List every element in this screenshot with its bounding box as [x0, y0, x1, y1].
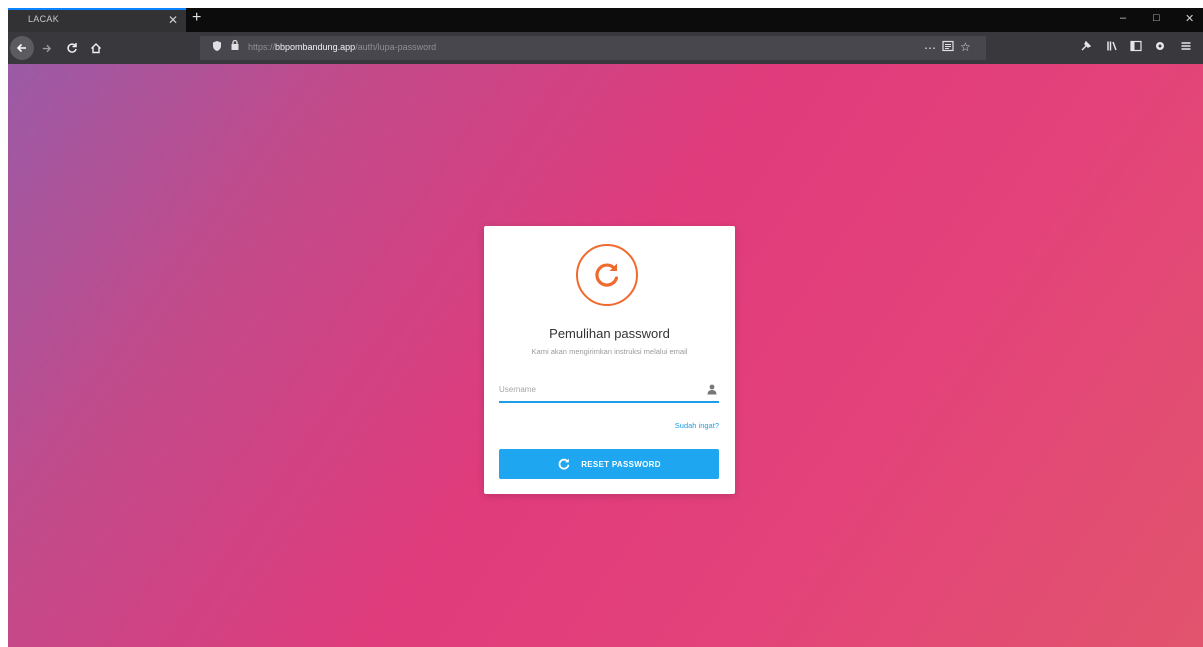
library-icon[interactable]: [1106, 40, 1118, 55]
tab-bar: LACAK ✕ + – □ ✕: [8, 8, 1203, 32]
browser-tab[interactable]: LACAK ✕: [8, 8, 186, 32]
tab-close-icon[interactable]: ✕: [168, 13, 178, 27]
back-icon[interactable]: [10, 36, 34, 60]
reset-logo-icon: [576, 244, 638, 306]
menu-icon[interactable]: [1180, 40, 1192, 55]
card-title: Pemulihan password: [549, 326, 670, 341]
sidebar-icon[interactable]: [1130, 40, 1142, 55]
extension-icon[interactable]: [1154, 40, 1166, 55]
browser-window: LACAK ✕ + – □ ✕ https://bbpombandung.app: [8, 8, 1203, 647]
forward-icon[interactable]: [36, 38, 56, 58]
reload-icon: [558, 458, 570, 470]
pin-icon[interactable]: [1080, 40, 1092, 55]
shield-icon[interactable]: [212, 40, 222, 55]
username-input[interactable]: [499, 380, 695, 398]
lock-icon[interactable]: [230, 39, 240, 54]
reset-password-button[interactable]: RESET PASSWORD: [499, 449, 719, 479]
password-recovery-card: Pemulihan password Kami akan mengirimkan…: [484, 226, 735, 494]
page-background: Pemulihan password Kami akan mengirimkan…: [8, 64, 1203, 647]
url-text[interactable]: https://bbpombandung.app/auth/lupa-passw…: [248, 42, 436, 52]
home-icon[interactable]: [86, 38, 106, 58]
tab-title: LACAK: [28, 14, 60, 24]
new-tab-icon[interactable]: +: [192, 9, 201, 27]
card-subtitle: Kami akan mengirimkan instruksi melalui …: [531, 347, 688, 356]
navigation-toolbar: https://bbpombandung.app/auth/lupa-passw…: [8, 32, 1203, 64]
reader-view-icon[interactable]: [942, 40, 954, 55]
more-icon[interactable]: ⋯: [924, 41, 936, 55]
minimize-icon[interactable]: –: [1120, 12, 1126, 24]
maximize-icon[interactable]: □: [1153, 12, 1160, 24]
bookmark-star-icon[interactable]: ☆: [960, 40, 971, 54]
user-icon: [707, 382, 717, 400]
reset-password-label: RESET PASSWORD: [581, 459, 661, 469]
remembered-link[interactable]: Sudah ingat?: [675, 421, 719, 430]
reload-icon[interactable]: [62, 38, 82, 58]
window-close-icon[interactable]: ✕: [1185, 12, 1194, 25]
url-bar[interactable]: https://bbpombandung.app/auth/lupa-passw…: [200, 36, 986, 60]
username-field: [499, 376, 719, 403]
